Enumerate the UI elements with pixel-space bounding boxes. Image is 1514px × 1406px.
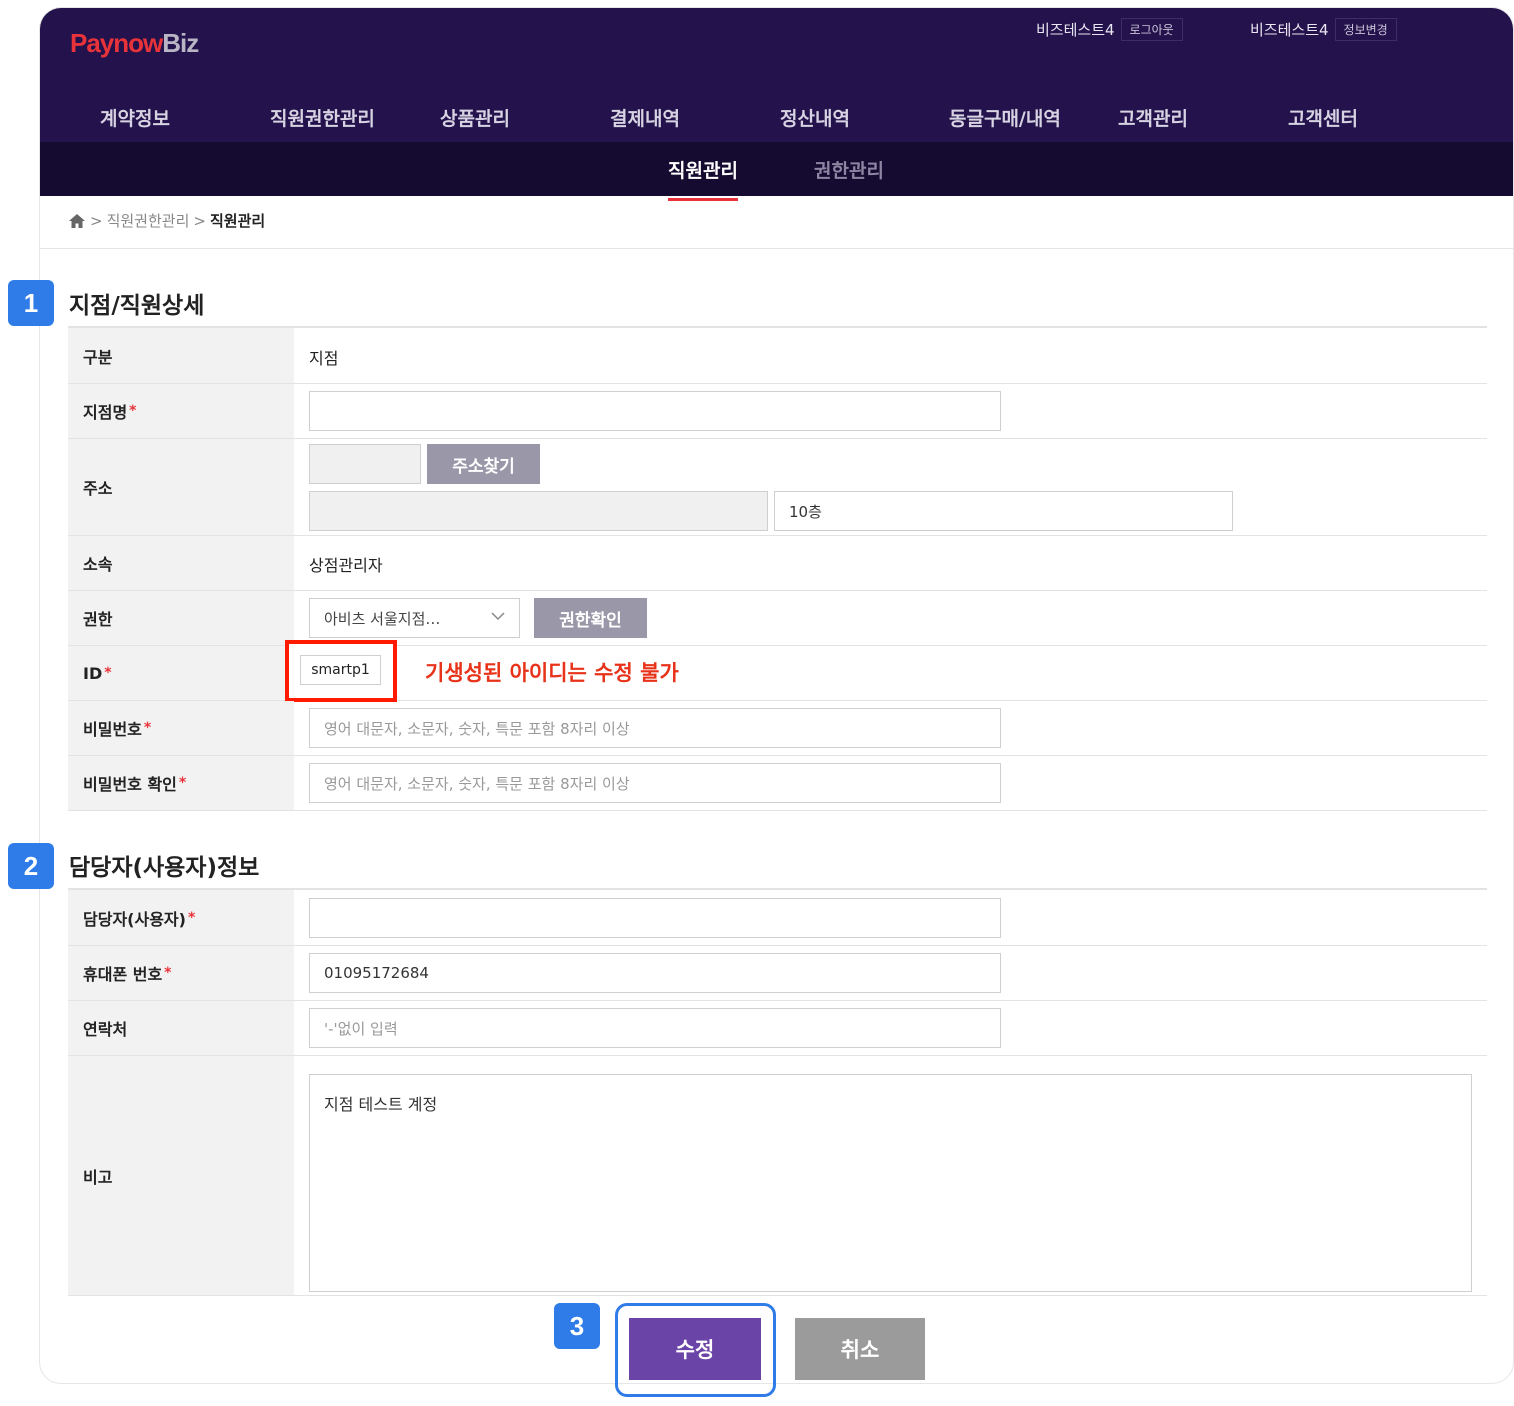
row-type: 구분 지점 (68, 328, 1487, 384)
top-header: PaynowBiz 비즈테스트4 로그아웃 비즈테스트4 정보변경 계약정보 직… (40, 8, 1513, 142)
label-password-confirm: 비밀번호 확인 * (68, 756, 294, 810)
address-detail-input[interactable]: 10층 (774, 491, 1233, 531)
label-password: 비밀번호 * (68, 701, 294, 755)
nav-products[interactable]: 상품관리 (440, 104, 510, 131)
label-type: 구분 (68, 328, 294, 383)
edit-submit-button[interactable]: 수정 (629, 1318, 761, 1380)
required-mark: * (178, 775, 187, 791)
nav-payments[interactable]: 결제내역 (610, 104, 680, 131)
cancel-button[interactable]: 취소 (795, 1318, 925, 1380)
user-name: 비즈테스트4 (1036, 21, 1115, 39)
breadcrumb-separator: > (90, 211, 103, 230)
home-icon[interactable] (68, 213, 86, 229)
label-memo: 비고 (68, 1056, 294, 1295)
row-permission: 권한 아비츠 서울지점… 권한확인 (68, 591, 1487, 646)
breadcrumb-current: 직원관리 (209, 212, 266, 230)
id-field: smartp1 (300, 655, 381, 685)
required-mark: * (143, 720, 152, 736)
password-input[interactable]: 영어 대문자, 소문자, 숫자, 특문 포함 8자리 이상 (309, 708, 1001, 748)
required-mark: * (129, 403, 137, 419)
row-mobile: 휴대폰 번호 * 01095172684 (68, 946, 1487, 1001)
logout-button[interactable]: 로그아웃 (1120, 18, 1183, 41)
breadcrumb-parent[interactable]: 직원권한관리 (107, 210, 190, 231)
contact-input[interactable]: '-'없이 입력 (309, 1008, 1001, 1048)
required-mark: * (187, 909, 196, 926)
row-affiliation: 소속 상점관리자 (68, 536, 1487, 591)
branch-detail-table: 구분 지점 지점명* 주소 주소찾기 10층 소속 상점관리자 권한 아비츠 (68, 326, 1487, 811)
paynow-biz-logo[interactable]: PaynowBiz (70, 28, 199, 59)
label-id: ID * (68, 646, 294, 700)
tab-permission-management[interactable]: 권한관리 (814, 156, 884, 183)
section-title-branch-detail: 지점/직원상세 (69, 293, 205, 319)
section-title-manager-info: 담당자(사용자)정보 (69, 855, 260, 881)
permission-select[interactable]: 아비츠 서울지점… (309, 598, 520, 638)
nav-customers[interactable]: 고객관리 (1118, 104, 1188, 131)
label-manager: 담당자(사용자) * (68, 890, 294, 945)
required-mark: * (164, 965, 172, 981)
address-main-input (309, 491, 768, 531)
address-search-button[interactable]: 주소찾기 (427, 444, 540, 484)
user-name: 비즈테스트4 (1250, 21, 1329, 39)
breadcrumb-separator: > (193, 211, 206, 230)
step-badge-3: 3 (554, 1303, 600, 1349)
row-id: ID * smartp1 기생성된 아이디는 수정 불가 (68, 640, 1487, 702)
tab-staff-management[interactable]: 직원관리 (668, 156, 738, 201)
affiliation-value: 상점관리자 (309, 556, 383, 575)
user-info-group: 비즈테스트4 정보변경 (1250, 18, 1397, 41)
nav-support-center[interactable]: 고객센터 (1288, 104, 1358, 131)
manager-info-table: 담당자(사용자) * 휴대폰 번호 * 01095172684 연락처 '-'없이 … (68, 888, 1487, 1296)
manager-name-input[interactable] (309, 898, 1001, 938)
password-confirm-input[interactable]: 영어 대문자, 소문자, 숫자, 특문 포함 8자리 이상 (309, 763, 1001, 803)
id-edit-note: 기생성된 아이디는 수정 불가 (425, 661, 679, 685)
breadcrumb: > 직원권한관리 > 직원관리 (68, 210, 265, 231)
label-address: 주소 (68, 439, 294, 535)
row-memo: 비고 지점 테스트 계정 (68, 1056, 1487, 1296)
label-contact: 연락처 (68, 1001, 294, 1055)
nav-settlement[interactable]: 정산내역 (780, 104, 850, 131)
row-password: 비밀번호 * 영어 대문자, 소문자, 숫자, 특문 포함 8자리 이상 (68, 701, 1487, 756)
label-affiliation: 소속 (68, 536, 294, 590)
user-logout-group: 비즈테스트4 로그아웃 (1036, 18, 1183, 41)
mobile-input[interactable]: 01095172684 (309, 953, 1001, 993)
nav-staff-permission[interactable]: 직원권한관리 (270, 104, 375, 131)
zipcode-input (309, 444, 421, 484)
required-mark: * (104, 665, 112, 681)
step-badge-1: 1 (8, 280, 54, 326)
permission-check-button[interactable]: 권한확인 (534, 598, 647, 638)
step-badge-2: 2 (8, 843, 54, 889)
branch-name-input[interactable] (309, 391, 1001, 431)
chevron-down-icon (491, 612, 505, 621)
row-password-confirm: 비밀번호 확인 * 영어 대문자, 소문자, 숫자, 특문 포함 8자리 이상 (68, 756, 1487, 811)
memo-textarea[interactable]: 지점 테스트 계정 (309, 1074, 1472, 1292)
breadcrumb-divider (40, 248, 1513, 249)
label-permission: 권한 (68, 591, 294, 645)
nav-contract-info[interactable]: 계약정보 (100, 104, 170, 131)
sub-nav: 직원관리 권한관리 (40, 142, 1513, 201)
row-address: 주소 주소찾기 10층 (68, 439, 1487, 536)
row-contact: 연락처 '-'없이 입력 (68, 1001, 1487, 1056)
nav-dongle-purchase[interactable]: 동글구매/내역 (949, 104, 1061, 131)
label-branch-name: 지점명 * (68, 384, 294, 438)
type-value: 지점 (309, 349, 339, 368)
row-branch-name: 지점명 * (68, 384, 1487, 439)
label-mobile: 휴대폰 번호 * (68, 946, 294, 1000)
row-manager: 담당자(사용자) * (68, 890, 1487, 946)
edit-info-button[interactable]: 정보변경 (1334, 18, 1397, 41)
main-nav: 계약정보 직원권한관리 상품관리 결제내역 정산내역 동글구매/내역 고객관리 … (40, 88, 1513, 142)
